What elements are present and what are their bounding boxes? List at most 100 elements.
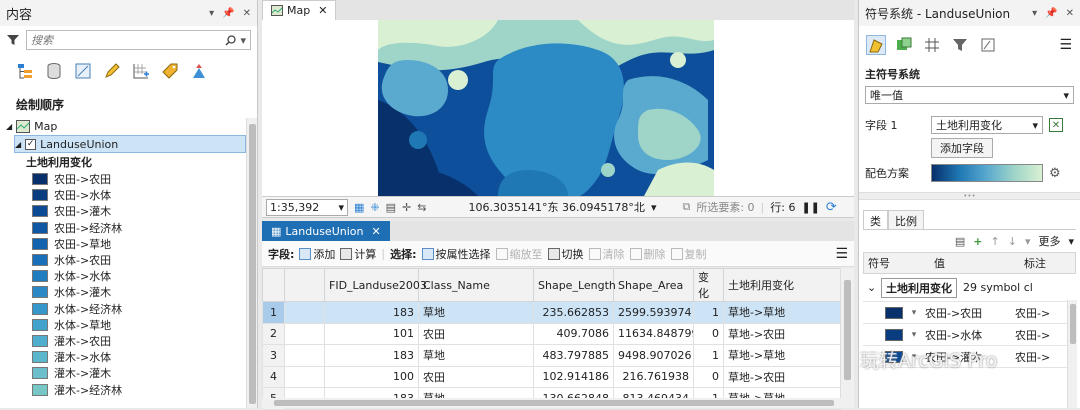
nav-icon[interactable]: ⇆ bbox=[417, 201, 426, 214]
table-cell[interactable]: 草地->农田 bbox=[723, 322, 841, 345]
table-cell[interactable]: 4 bbox=[262, 365, 285, 388]
table-cell[interactable]: 2 bbox=[262, 322, 285, 345]
legend-swatch[interactable] bbox=[32, 302, 48, 315]
chevron-down-icon[interactable]: ▾ bbox=[903, 330, 925, 340]
legend-swatch[interactable] bbox=[32, 367, 48, 380]
classes-group-row[interactable]: ⌄ 土地利用变化 29 symbol classes bbox=[863, 274, 1076, 302]
legend-swatch[interactable] bbox=[32, 221, 48, 234]
legend-item[interactable]: 水体->经济林 bbox=[6, 301, 257, 317]
table-scrollbar[interactable] bbox=[840, 268, 854, 398]
tree-layer-row[interactable]: ◢ ✓ LanduseUnion bbox=[14, 135, 246, 153]
table-cell[interactable] bbox=[284, 344, 325, 367]
pin-icon[interactable]: 📌 bbox=[1045, 8, 1057, 19]
table-cell[interactable]: 102.914186 bbox=[533, 365, 614, 388]
table-cell[interactable]: 9498.907026 bbox=[613, 344, 694, 367]
snapping-icon[interactable] bbox=[132, 62, 150, 80]
legend-swatch[interactable] bbox=[32, 237, 48, 250]
class-symbol-swatch[interactable] bbox=[885, 306, 903, 319]
table-cell[interactable] bbox=[284, 301, 325, 324]
scale-dropdown[interactable]: 1:35,392 ▾ bbox=[266, 198, 348, 216]
tree-map-row[interactable]: ◢ Map bbox=[6, 117, 257, 135]
legend-swatch[interactable] bbox=[32, 318, 48, 331]
refresh-icon[interactable]: ⟳ bbox=[826, 200, 837, 215]
class-symbol-swatch[interactable] bbox=[885, 328, 903, 341]
legend-item[interactable]: 水体->草地 bbox=[6, 317, 257, 333]
column-header[interactable] bbox=[284, 268, 325, 302]
table-cell[interactable]: 2599.593974 bbox=[613, 301, 694, 324]
move-down-icon[interactable]: ↓ bbox=[1008, 235, 1017, 248]
column-header[interactable]: Shape_Length bbox=[533, 268, 616, 302]
table-cell[interactable]: 216.761938 bbox=[613, 365, 694, 388]
legend-item[interactable]: 农田->灌木 bbox=[6, 203, 257, 219]
editing-icon[interactable] bbox=[103, 62, 121, 80]
table-row[interactable]: 3 183 草地 483.797885 9498.907026 1 草地->草地 bbox=[262, 344, 841, 367]
grid-icon[interactable]: ▦ bbox=[354, 201, 364, 214]
table-row[interactable]: 2 101 农田 409.7086 11634.848799 0 草地->农田 bbox=[262, 322, 841, 345]
more-button[interactable]: 更多 bbox=[1038, 233, 1060, 249]
add-field-button[interactable]: 添加字段 bbox=[931, 138, 993, 158]
table-cell[interactable]: 183 bbox=[324, 344, 419, 367]
expression-icon[interactable]: ✕ bbox=[1049, 118, 1063, 132]
table-cell[interactable]: 农田 bbox=[418, 322, 534, 345]
layer-visibility-checkbox[interactable]: ✓ bbox=[25, 138, 37, 150]
table-cell[interactable]: 草地->草地 bbox=[723, 344, 841, 367]
legend-item[interactable]: 农田->草地 bbox=[6, 236, 257, 252]
filter-icon[interactable] bbox=[6, 33, 20, 47]
legend-item[interactable]: 灌木->灌木 bbox=[6, 365, 257, 381]
legend-item[interactable]: 农田->农田 bbox=[6, 171, 257, 187]
table-cell[interactable]: 101 bbox=[324, 322, 419, 345]
table-cell[interactable]: 0 bbox=[693, 365, 724, 388]
expand-icon[interactable]: ◢ bbox=[15, 140, 21, 149]
symbology-method-dropdown[interactable]: 唯一值 ▾ bbox=[865, 86, 1074, 104]
chevron-down-icon[interactable]: ⌄ bbox=[863, 281, 881, 294]
table-cell[interactable]: 100 bbox=[324, 365, 419, 388]
column-header[interactable]: FID_Landuse2003 bbox=[324, 268, 427, 302]
add-values-icon[interactable]: ▤ bbox=[955, 235, 965, 248]
drawing-order-icon[interactable] bbox=[16, 62, 34, 80]
tab-landuseunion[interactable]: ▦ LanduseUnion ✕ bbox=[262, 221, 390, 241]
table-cell[interactable]: 草地->草地 bbox=[723, 301, 841, 324]
chevron-down-icon[interactable]: ▾ bbox=[903, 308, 925, 318]
legend-item[interactable]: 水体->水体 bbox=[6, 268, 257, 284]
column-header[interactable]: Class_Name bbox=[418, 268, 534, 302]
snap-icon[interactable]: ⁜ bbox=[370, 201, 379, 214]
table-cell[interactable]: 3 bbox=[262, 344, 285, 367]
table-cell[interactable]: 草地 bbox=[418, 301, 534, 324]
tab-classes[interactable]: 类 bbox=[863, 210, 888, 229]
close-icon[interactable]: ✕ bbox=[371, 225, 380, 238]
table-cell[interactable]: 11634.848799 bbox=[613, 322, 694, 345]
legend-swatch[interactable] bbox=[32, 383, 48, 396]
legend-item[interactable]: 灌木->经济林 bbox=[6, 381, 257, 397]
column-header[interactable] bbox=[262, 268, 285, 302]
vary-symbology-icon[interactable] bbox=[895, 36, 913, 54]
clear-button[interactable]: 清除 bbox=[588, 246, 625, 262]
symbology-tool-icon[interactable] bbox=[190, 62, 208, 80]
scrollbar-thumb[interactable] bbox=[1070, 304, 1076, 344]
table-horizontal-scrollbar[interactable] bbox=[262, 398, 854, 408]
search-input[interactable]: 搜索 ▾ bbox=[26, 30, 251, 50]
gear-icon[interactable]: ⚙ bbox=[1049, 166, 1061, 181]
field1-dropdown[interactable]: 土地利用变化 ▾ bbox=[931, 116, 1043, 134]
expand-icon[interactable]: ◢ bbox=[6, 122, 12, 131]
classes-scrollbar[interactable] bbox=[1067, 300, 1077, 408]
advanced-symbology-icon[interactable] bbox=[979, 36, 997, 54]
table-row[interactable]: 1 183 草地 235.662853 2599.593974 1 草地->草地 bbox=[262, 301, 841, 324]
contents-scrollbar[interactable] bbox=[246, 118, 257, 408]
close-icon[interactable]: ✕ bbox=[1066, 8, 1074, 19]
legend-swatch[interactable] bbox=[32, 334, 48, 347]
legend-swatch[interactable] bbox=[32, 173, 48, 186]
table-cell[interactable] bbox=[284, 322, 325, 345]
legend-swatch[interactable] bbox=[32, 286, 48, 299]
add-field-button[interactable]: 添加 bbox=[299, 246, 335, 262]
map-view[interactable] bbox=[262, 20, 854, 196]
pause-icon[interactable]: ❚❚ bbox=[801, 201, 819, 214]
pin-icon[interactable]: 📌 bbox=[222, 8, 234, 19]
color-scheme-dropdown[interactable] bbox=[931, 164, 1043, 182]
chevron-down-icon[interactable]: ▾ bbox=[1068, 235, 1074, 248]
splitter[interactable]: ••• bbox=[859, 192, 1080, 200]
labeling-icon[interactable] bbox=[161, 62, 179, 80]
tab-scale[interactable]: 比例 bbox=[888, 210, 924, 229]
crosshair-icon[interactable]: ✛ bbox=[402, 201, 411, 214]
scrollbar-thumb[interactable] bbox=[274, 400, 834, 406]
legend-item[interactable]: 水体->灌木 bbox=[6, 284, 257, 300]
